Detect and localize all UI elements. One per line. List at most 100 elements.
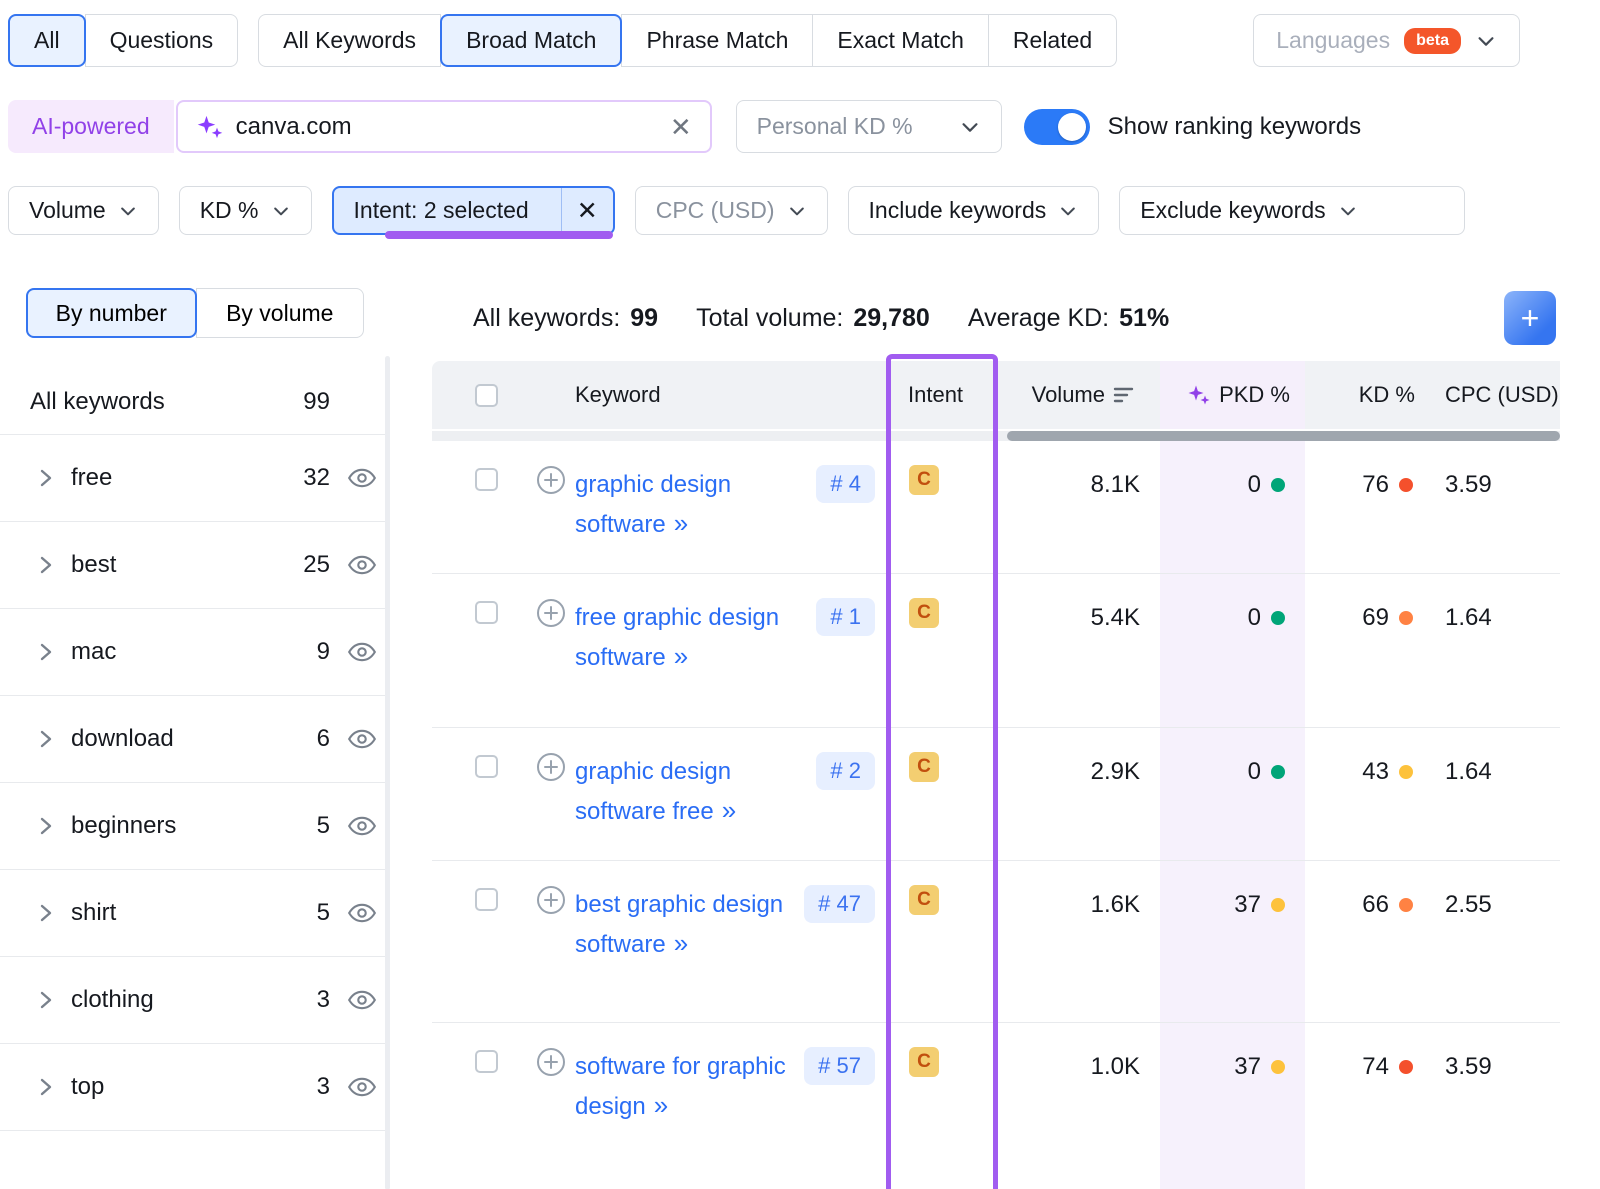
- by-volume-tab[interactable]: By volume: [196, 288, 365, 338]
- pkd-dot: [1271, 611, 1285, 625]
- row-checkbox[interactable]: [475, 888, 498, 911]
- keyword-column-header[interactable]: Keyword: [523, 382, 888, 408]
- keyword-magic-tool: All Questions All Keywords Broad Match P…: [0, 0, 1600, 1189]
- horizontal-scrollbar[interactable]: [432, 431, 1560, 441]
- total-volume-stat: Total volume: 29,780: [696, 304, 930, 333]
- intent-column-header[interactable]: Intent: [888, 382, 997, 408]
- show-ranking-toggle[interactable]: [1024, 109, 1090, 145]
- match-type-toolbar: All Questions All Keywords Broad Match P…: [8, 14, 1600, 67]
- tab-phrase-match[interactable]: Phrase Match: [621, 14, 813, 67]
- plus-icon: +: [1521, 300, 1540, 337]
- group-label: top: [71, 1073, 104, 1101]
- keyword-link[interactable]: software for graphic design»: [575, 1047, 793, 1126]
- row-checkbox[interactable]: [475, 1050, 498, 1073]
- kd-dot: [1399, 898, 1413, 912]
- row-checkbox[interactable]: [475, 755, 498, 778]
- volume-filter[interactable]: Volume: [8, 186, 159, 235]
- by-number-tab[interactable]: By number: [26, 288, 197, 338]
- eye-icon[interactable]: [348, 729, 376, 749]
- pkd-value: 37: [1234, 885, 1261, 924]
- position-badge: # 1: [816, 598, 875, 636]
- total-volume-stat-value: 29,780: [853, 304, 929, 333]
- add-keyword-icon[interactable]: [536, 752, 566, 782]
- kd-filter[interactable]: KD %: [179, 186, 312, 235]
- keyword-link[interactable]: graphic design software»: [575, 465, 793, 544]
- eye-icon[interactable]: [348, 1077, 376, 1097]
- keyword-link[interactable]: free graphic design software»: [575, 598, 793, 677]
- intent-badge-commercial: C: [909, 598, 939, 628]
- sidebar-item-clothing[interactable]: clothing 3: [0, 957, 390, 1044]
- eye-icon[interactable]: [348, 816, 376, 836]
- tab-exact-match[interactable]: Exact Match: [812, 14, 989, 67]
- row-checkbox[interactable]: [475, 601, 498, 624]
- personal-kd-dropdown[interactable]: Personal KD %: [736, 100, 1002, 153]
- add-keyword-icon[interactable]: [536, 1047, 566, 1077]
- row-checkbox[interactable]: [475, 468, 498, 491]
- cpc-filter-label: CPC (USD): [656, 197, 775, 224]
- clear-intent-filter-icon[interactable]: ✕: [561, 188, 613, 233]
- cpc-column-header[interactable]: CPC (USD): [1432, 382, 1560, 408]
- volume-column-header[interactable]: Volume: [997, 382, 1160, 408]
- sidebar-item-download[interactable]: download 6: [0, 696, 390, 783]
- kd-value: 43: [1362, 752, 1389, 791]
- clear-search-icon[interactable]: ✕: [670, 114, 692, 140]
- add-keyword-icon[interactable]: [536, 465, 566, 495]
- exclude-keywords-filter[interactable]: Exclude keywords: [1119, 186, 1465, 235]
- sidebar-item-beginners[interactable]: beginners 5: [0, 783, 390, 870]
- chevron-down-icon: [787, 201, 807, 221]
- ai-sparkle-icon: [196, 113, 224, 141]
- sidebar-item-top[interactable]: top 3: [0, 1044, 390, 1131]
- serp-arrow-icon: »: [674, 641, 686, 671]
- languages-dropdown[interactable]: Languages beta: [1253, 14, 1520, 67]
- sidebar-item-free[interactable]: free 32: [0, 435, 390, 522]
- keyword-text: graphic design software free: [575, 758, 731, 825]
- eye-icon[interactable]: [348, 468, 376, 488]
- chevron-right-icon: [38, 640, 53, 664]
- group-label: clothing: [71, 986, 154, 1014]
- pkd-column-header[interactable]: PKD %: [1160, 361, 1305, 429]
- intent-badge-commercial: C: [909, 752, 939, 782]
- chevron-right-icon: [38, 553, 53, 577]
- eye-icon[interactable]: [348, 642, 376, 662]
- position-badge: # 2: [816, 752, 875, 790]
- tab-broad-match[interactable]: Broad Match: [440, 14, 622, 67]
- group-label: mac: [71, 638, 116, 666]
- tab-all-keywords[interactable]: All Keywords: [258, 14, 441, 67]
- sidebar-item-best[interactable]: best 25: [0, 522, 390, 609]
- add-keyword-icon[interactable]: [536, 598, 566, 628]
- sidebar-item-all-keywords[interactable]: All keywords 99: [0, 369, 390, 435]
- volume-value: 1.0K: [997, 1023, 1160, 1189]
- tab-all[interactable]: All: [8, 14, 86, 67]
- search-input[interactable]: canva.com ✕: [176, 100, 712, 153]
- add-to-list-button[interactable]: +: [1504, 291, 1556, 345]
- total-volume-stat-label: Total volume:: [696, 304, 843, 333]
- chevron-right-icon: [38, 1075, 53, 1099]
- kd-dot: [1399, 611, 1413, 625]
- kd-value: 66: [1362, 885, 1389, 924]
- group-label: best: [71, 551, 116, 579]
- keywords-table-panel: All keywords: 99 Total volume: 29,780 Av…: [432, 263, 1560, 1189]
- add-keyword-icon[interactable]: [536, 885, 566, 915]
- select-all-checkbox[interactable]: [475, 384, 498, 407]
- eye-icon[interactable]: [348, 555, 376, 575]
- keyword-link[interactable]: graphic design software free»: [575, 752, 793, 831]
- pkd-header-label: PKD %: [1219, 382, 1290, 408]
- ai-sparkle-icon: [1187, 383, 1211, 407]
- eye-icon[interactable]: [348, 990, 376, 1010]
- kd-column-header[interactable]: KD %: [1305, 382, 1432, 408]
- include-keywords-filter[interactable]: Include keywords: [848, 186, 1100, 235]
- eye-icon[interactable]: [348, 903, 376, 923]
- pkd-value: 0: [1248, 598, 1261, 637]
- chevron-down-icon: [271, 201, 291, 221]
- sidebar-item-shirt[interactable]: shirt 5: [0, 870, 390, 957]
- chevron-down-icon: [1058, 201, 1078, 221]
- scrollbar-thumb[interactable]: [1007, 431, 1560, 441]
- cpc-filter[interactable]: CPC (USD): [635, 186, 828, 235]
- intent-filter[interactable]: Intent: 2 selected ✕: [332, 186, 615, 235]
- pkd-dot: [1271, 478, 1285, 492]
- sidebar-item-mac[interactable]: mac 9: [0, 609, 390, 696]
- keyword-link[interactable]: best graphic design software»: [575, 885, 793, 964]
- group-count: 5: [317, 812, 330, 840]
- tab-questions[interactable]: Questions: [85, 14, 239, 67]
- tab-related[interactable]: Related: [988, 14, 1117, 67]
